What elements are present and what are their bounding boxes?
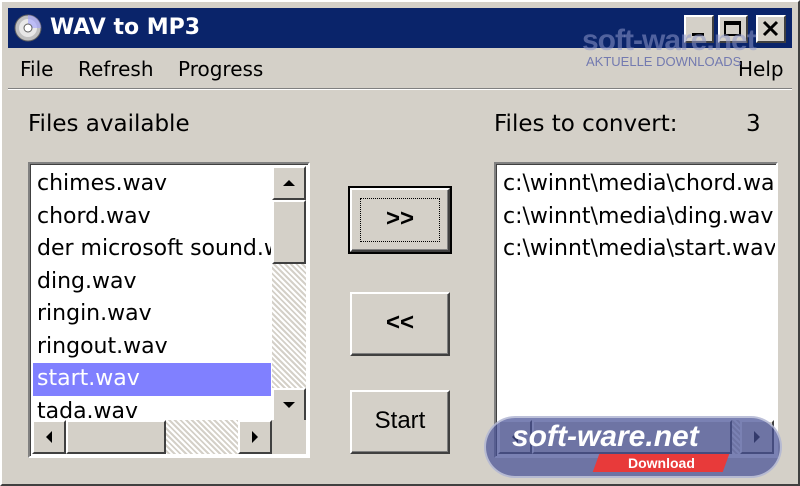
watermark-brand: soft-ware.net — [582, 24, 757, 57]
watermark-badge: soft-ware.net Download — [484, 416, 782, 478]
menu-refresh[interactable]: Refresh — [78, 56, 154, 82]
scroll-down-button[interactable] — [272, 388, 306, 422]
menu-separator — [8, 88, 792, 90]
list-item[interactable]: c:\winnt\media\ding.wav — [499, 201, 775, 234]
scroll-up-button[interactable] — [272, 166, 306, 200]
files-available-label: Files available — [28, 111, 190, 137]
add-files-button[interactable]: >> — [348, 186, 452, 254]
scroll-left-button[interactable] — [32, 420, 66, 454]
list-item[interactable]: c:\winnt\media\start.wav — [499, 233, 775, 266]
cd-disc-icon — [14, 14, 42, 42]
vertical-scrollbar[interactable] — [272, 166, 306, 422]
scrollbar-corner — [272, 420, 306, 454]
list-item[interactable]: ding.wav — [33, 266, 271, 299]
list-item[interactable]: ringin.wav — [33, 298, 271, 331]
files-to-convert-list[interactable]: c:\winnt\media\chord.wav c:\winnt\media\… — [494, 162, 778, 458]
start-button[interactable]: Start — [350, 390, 450, 454]
start-label: Start — [374, 407, 426, 434]
arrow-down-icon — [283, 402, 295, 408]
menu-help[interactable]: Help — [738, 56, 784, 82]
list-item[interactable]: chord.wav — [33, 201, 271, 234]
watermark-badge-brand: soft-ware.net — [512, 420, 699, 453]
arrow-up-icon — [283, 180, 295, 186]
watermark-subtitle: AKTUELLE DOWNLOADS — [586, 54, 742, 69]
focus-rect — [360, 198, 440, 242]
window-title: WAV to MP3 — [50, 15, 201, 40]
files-to-convert-items: c:\winnt\media\chord.wav c:\winnt\media\… — [499, 168, 775, 266]
menu-file[interactable]: File — [20, 56, 53, 82]
list-item[interactable]: c:\winnt\media\chord.wav — [499, 168, 775, 201]
arrow-left-icon — [46, 431, 52, 443]
list-item-selected[interactable]: start.wav — [33, 363, 271, 396]
close-icon — [762, 20, 779, 37]
list-item[interactable]: chimes.wav — [33, 168, 271, 201]
vertical-scroll-thumb[interactable] — [272, 200, 306, 264]
main-window: WAV to MP3 File Refresh Progress Help Fi… — [0, 0, 800, 486]
horizontal-scroll-thumb[interactable] — [66, 420, 166, 454]
list-item[interactable]: der microsoft sound.wav — [33, 233, 271, 266]
remove-files-button[interactable]: << — [350, 292, 450, 356]
watermark-download-ribbon: Download — [592, 454, 730, 472]
scroll-right-button[interactable] — [238, 420, 272, 454]
files-available-items: chimes.wav chord.wav der microsoft sound… — [33, 168, 271, 428]
files-to-convert-label: Files to convert: — [494, 111, 678, 137]
menu-progress[interactable]: Progress — [178, 56, 263, 82]
remove-files-label: << — [385, 309, 415, 336]
horizontal-scrollbar[interactable] — [32, 420, 272, 454]
files-available-list[interactable]: chimes.wav chord.wav der microsoft sound… — [28, 162, 310, 458]
list-item[interactable]: ringout.wav — [33, 331, 271, 364]
arrow-right-icon — [252, 431, 258, 443]
close-button[interactable] — [756, 15, 786, 43]
watermark-download-label: Download — [627, 455, 695, 471]
convert-count: 3 — [746, 111, 761, 137]
